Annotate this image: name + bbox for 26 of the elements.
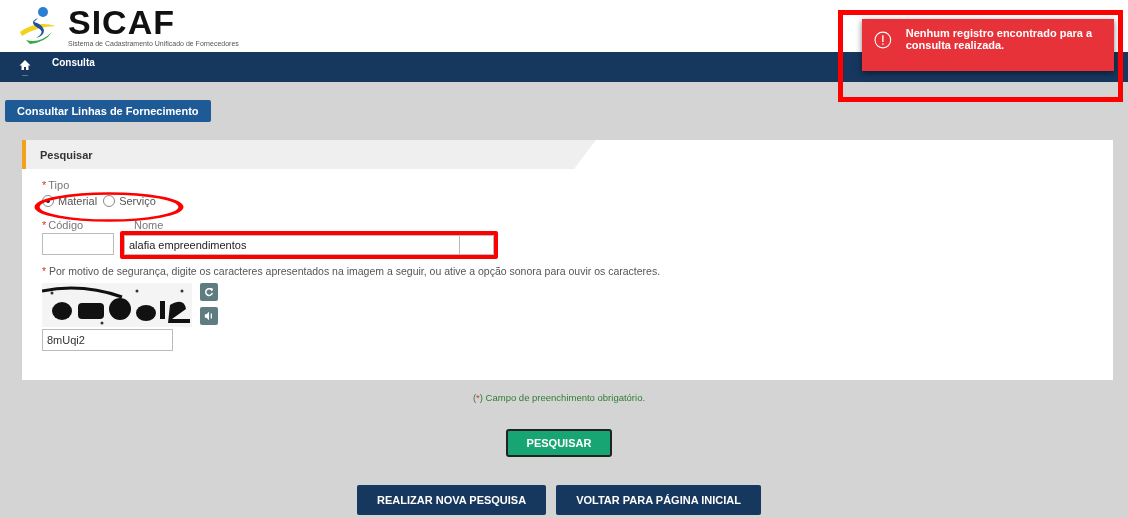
required-mark: *	[42, 179, 47, 191]
audio-button[interactable]	[200, 307, 218, 325]
field-label: Tipo	[48, 179, 70, 191]
header-tab-corner	[574, 140, 596, 169]
required-mark: *	[42, 265, 47, 277]
captcha-instruction: Por motivo de segurança, digite os caracteres apresentados na imagem a seguir, ou ative a opção sonora para ouvir os caracteres.	[49, 265, 661, 277]
name-field[interactable]: alafia empreendimentos	[124, 235, 494, 255]
toast-message: Nenhum registro encontrado para a consulta realizada.	[905, 27, 1094, 51]
home-icon[interactable]	[19, 58, 31, 71]
required-mark: *	[42, 219, 47, 231]
radio-option[interactable]: Material	[42, 195, 98, 207]
page-tab[interactable]: Consultar Linhas de Fornecimento	[5, 100, 211, 122]
footnote: (*) Campo de preenchimento obrigatório.	[472, 392, 646, 403]
panel-title: Pesquisar	[40, 148, 93, 161]
action-button[interactable]: VOLTAR PARA PÁGINA INICIAL	[556, 485, 761, 515]
action-button[interactable]: REALIZAR NOVA PESQUISA	[357, 485, 547, 515]
refresh-button[interactable]	[200, 283, 218, 301]
radio-option[interactable]: Serviço	[103, 195, 156, 207]
speaker-icon	[204, 311, 214, 321]
logo-title: SICAF	[68, 5, 176, 39]
captcha-field[interactable]: 8mUqi2	[42, 329, 173, 351]
field-label: Código	[48, 219, 84, 231]
code-field[interactable]	[42, 233, 114, 255]
nav-link[interactable]: Consulta	[52, 56, 95, 68]
field-label: Nome	[133, 219, 164, 231]
refresh-icon	[204, 287, 214, 297]
